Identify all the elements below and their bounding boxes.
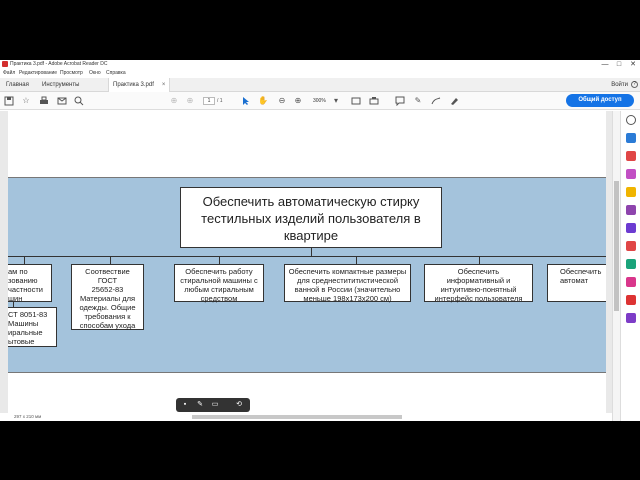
floating-annotation-toolbar: ▪ ✎ ▭ ⟲: [176, 398, 250, 412]
rotate-icon[interactable]: ⟲: [234, 400, 244, 410]
horizontal-scrollbar[interactable]: [192, 415, 402, 419]
document-viewer[interactable]: Обеспечить автоматическую стирку тестиль…: [0, 111, 612, 421]
diagram-child-node: Обеспечить автомат: [547, 264, 606, 302]
draw-icon[interactable]: [430, 95, 442, 107]
diagram-child-node: Соотвествие ГОСТ 25652-83 Материалы для …: [71, 264, 144, 330]
print-icon[interactable]: [38, 95, 50, 107]
menu-edit[interactable]: Редактирование: [19, 70, 57, 77]
save-icon[interactable]: [3, 95, 15, 107]
more-tools-icon[interactable]: [626, 313, 636, 323]
acrobat-icon: [2, 61, 8, 67]
combine-files-icon[interactable]: [626, 205, 636, 215]
toolbar: ☆ ⊕ ⊕ 1 / 1 ✋ ⊖ ⊕ 300% ▾ ✎ Общий доступ: [0, 92, 640, 110]
tools-side-panel: [620, 111, 640, 421]
comment-icon[interactable]: ▪: [180, 400, 190, 410]
pen-icon[interactable]: ✎: [195, 400, 205, 410]
menu-view[interactable]: Просмотр: [60, 70, 83, 77]
page-total: / 1: [217, 98, 223, 104]
close-tab-icon[interactable]: ×: [162, 82, 166, 88]
prev-page-icon[interactable]: ⊕: [168, 95, 180, 107]
keyboard-icon[interactable]: [368, 95, 380, 107]
share-button-label: Общий доступ: [578, 97, 622, 103]
diagram-child-node: Обеспечить компактные размеры для средне…: [284, 264, 411, 303]
hand-tool-icon[interactable]: ✋: [257, 95, 269, 107]
close-window-button[interactable]: ✕: [626, 60, 640, 69]
next-page-icon[interactable]: ⊕: [184, 95, 196, 107]
tab-tools[interactable]: Инструменты: [38, 78, 83, 92]
diagram-child-node: Обеспечить информативный и интуитивно-по…: [424, 264, 533, 303]
page-number-input[interactable]: 1: [203, 97, 215, 105]
fill-sign-icon[interactable]: [626, 277, 636, 287]
diagram-sub-node: СТ 8051-83 Машины иральные ытовые: [8, 307, 57, 347]
scrollbar-thumb[interactable]: [614, 181, 619, 311]
letterbox-bottom: [0, 421, 640, 480]
send-for-review-icon[interactable]: [626, 295, 636, 305]
diagram-root-node: Обеспечить автоматическую стирку тестиль…: [180, 187, 442, 248]
acrobat-window: Практика 3.pdf - Adobe Acrobat Reader DC…: [0, 60, 640, 421]
zoom-dropdown-icon[interactable]: ▾: [330, 95, 342, 107]
connector-down: [356, 256, 357, 264]
menu-bar: Файл Редактирование Просмотр Окно Справк…: [0, 69, 640, 78]
bookmark-star-icon[interactable]: ☆: [20, 95, 32, 107]
menu-help[interactable]: Справка: [106, 70, 126, 77]
help-icon[interactable]: ?: [631, 81, 638, 88]
create-pdf-icon[interactable]: [626, 151, 636, 161]
status-bar: 297 x 210 мм: [0, 413, 612, 421]
highlight-pen-icon[interactable]: ✎: [412, 95, 424, 107]
tab-home[interactable]: Главная: [2, 78, 33, 92]
edit-pdf-icon[interactable]: [626, 169, 636, 179]
zoom-in-icon[interactable]: ⊕: [292, 95, 304, 107]
tab-document[interactable]: Практика 3.pdf ×: [108, 78, 171, 92]
select-cursor-icon[interactable]: [240, 95, 252, 107]
tab-bar: Главная Инструменты Практика 3.pdf × Войт…: [0, 78, 640, 92]
zoom-out-icon[interactable]: ⊖: [276, 95, 288, 107]
protect-icon[interactable]: [626, 241, 636, 251]
page-dimensions: 297 x 210 мм: [14, 414, 42, 419]
search-icon[interactable]: [626, 115, 636, 125]
diagram-child-node: Обеспечить работу стиральной машины с лю…: [174, 264, 264, 303]
connector-horizontal: [8, 256, 606, 257]
optimize-icon[interactable]: [626, 259, 636, 269]
share-button[interactable]: Общий доступ: [566, 94, 634, 107]
comment-icon[interactable]: [626, 187, 636, 197]
window-title: Практика 3.pdf - Adobe Acrobat Reader DC: [10, 61, 108, 67]
connector-down: [110, 256, 111, 264]
connector-down: [479, 256, 480, 264]
signin-link[interactable]: Войти: [611, 78, 628, 92]
tab-document-label: Практика 3.pdf: [113, 82, 154, 88]
connector-down: [24, 256, 25, 264]
letterbox-top: [0, 0, 640, 60]
screen: Практика 3.pdf - Adobe Acrobat Reader DC…: [0, 0, 640, 480]
export-pdf-icon[interactable]: [626, 133, 636, 143]
comment-icon[interactable]: [394, 95, 406, 107]
pdf-page: Обеспечить автоматическую стирку тестиль…: [8, 111, 606, 413]
menu-window[interactable]: Окно: [89, 70, 101, 77]
diagram-child-node: ам по зованию частности шин: [8, 264, 52, 303]
menu-file[interactable]: Файл: [3, 70, 15, 77]
fill-sign-icon[interactable]: [448, 95, 460, 107]
diagram-area: Обеспечить автоматическую стирку тестиль…: [8, 177, 606, 373]
maximize-button[interactable]: □: [612, 60, 626, 69]
vertical-scrollbar[interactable]: [612, 111, 620, 421]
search-icon[interactable]: [73, 95, 85, 107]
minimize-button[interactable]: —: [598, 60, 612, 69]
fit-page-icon[interactable]: [350, 95, 362, 107]
select-text-icon[interactable]: ▭: [210, 400, 220, 410]
title-bar: Практика 3.pdf - Adobe Acrobat Reader DC…: [0, 60, 640, 69]
email-icon[interactable]: [56, 95, 68, 107]
connector-down: [219, 256, 220, 264]
organize-pages-icon[interactable]: [626, 223, 636, 233]
